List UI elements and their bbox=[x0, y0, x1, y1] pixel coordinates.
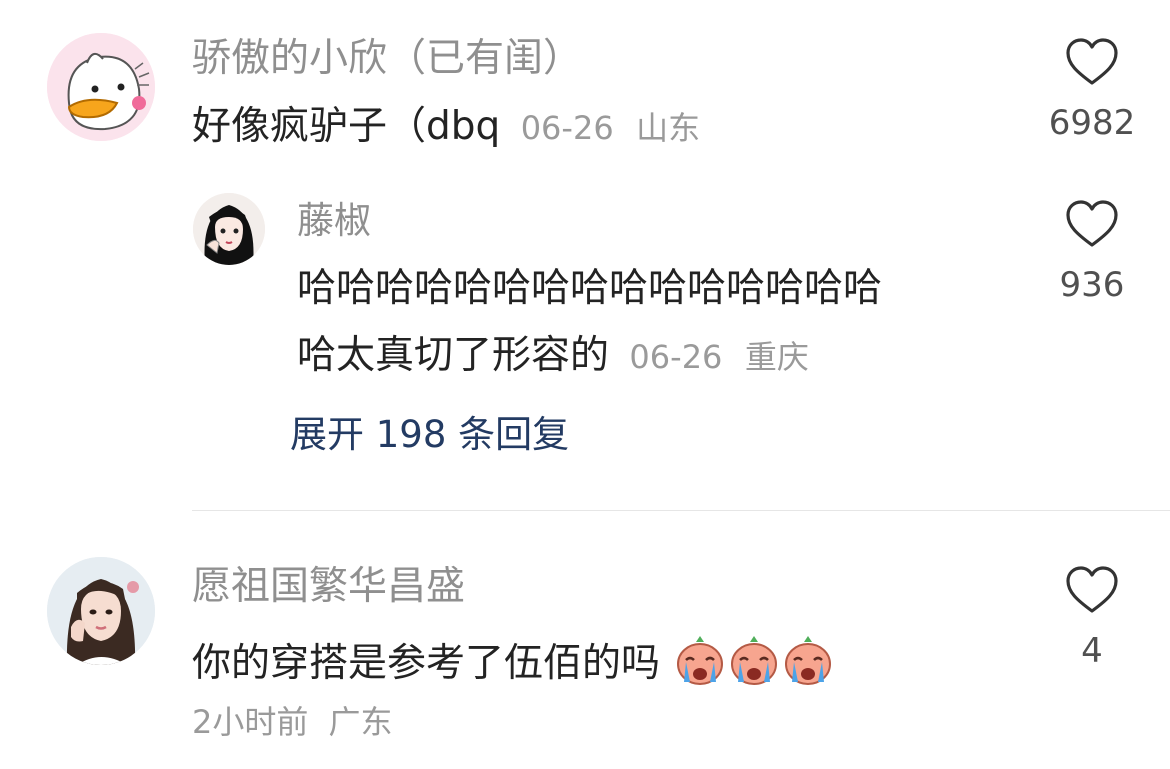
like-button[interactable] bbox=[1065, 38, 1119, 90]
girl-photo-avatar-icon bbox=[47, 557, 155, 665]
reply-avatar[interactable] bbox=[193, 193, 265, 265]
comment-time: 2小时前 bbox=[192, 703, 309, 741]
reply-username[interactable]: 藤椒 bbox=[297, 202, 371, 239]
crying-emoji-icon bbox=[677, 636, 724, 685]
reply-text-row: 哈太真切了形容的 06-26 重庆 bbox=[297, 336, 809, 375]
reply-like-count: 936 bbox=[1059, 265, 1125, 305]
comment-location: 山东 bbox=[636, 109, 701, 147]
comment-location: 广东 bbox=[328, 703, 393, 741]
avatar[interactable] bbox=[47, 557, 155, 665]
crying-emoji-icon bbox=[731, 636, 778, 685]
comment-username[interactable]: 愿祖国繁华昌盛 bbox=[192, 567, 465, 606]
reply-location: 重庆 bbox=[744, 338, 809, 376]
reply-like-button[interactable] bbox=[1065, 200, 1119, 252]
crying-emoji-icon bbox=[785, 636, 832, 685]
divider bbox=[192, 510, 1170, 511]
avatar[interactable] bbox=[47, 33, 155, 141]
like-count: 6982 bbox=[1048, 103, 1136, 143]
comment-text-row: 你的穿搭是参考了伍佰的吗 bbox=[192, 634, 834, 686]
reply-date: 06-26 bbox=[629, 338, 723, 376]
reply-text-line1: 哈哈哈哈哈哈哈哈哈哈哈哈哈哈哈 bbox=[297, 266, 883, 311]
reply-text-line2: 哈太真切了形容的 bbox=[297, 333, 610, 378]
like-count: 4 bbox=[1081, 631, 1103, 671]
comment-date: 06-26 bbox=[520, 109, 614, 147]
heart-icon bbox=[1066, 38, 1118, 85]
duck-avatar-icon bbox=[47, 33, 155, 141]
heart-icon bbox=[1066, 200, 1118, 247]
comment-text-row: 好像疯驴子（dbq 06-26 山东 bbox=[192, 107, 700, 146]
comment-meta-row: 2小时前 广东 bbox=[192, 706, 393, 738]
like-button[interactable] bbox=[1065, 566, 1119, 618]
expand-replies-link[interactable]: 展开 198 条回复 bbox=[290, 416, 569, 453]
heart-icon bbox=[1066, 566, 1118, 613]
comment-text: 你的穿搭是参考了伍佰的吗 bbox=[192, 641, 661, 686]
comment-username[interactable]: 骄傲的小欣（已有闺） bbox=[192, 39, 582, 78]
anime-girl-avatar-icon bbox=[193, 193, 265, 265]
comment-text: 好像疯驴子（dbq bbox=[192, 104, 501, 149]
